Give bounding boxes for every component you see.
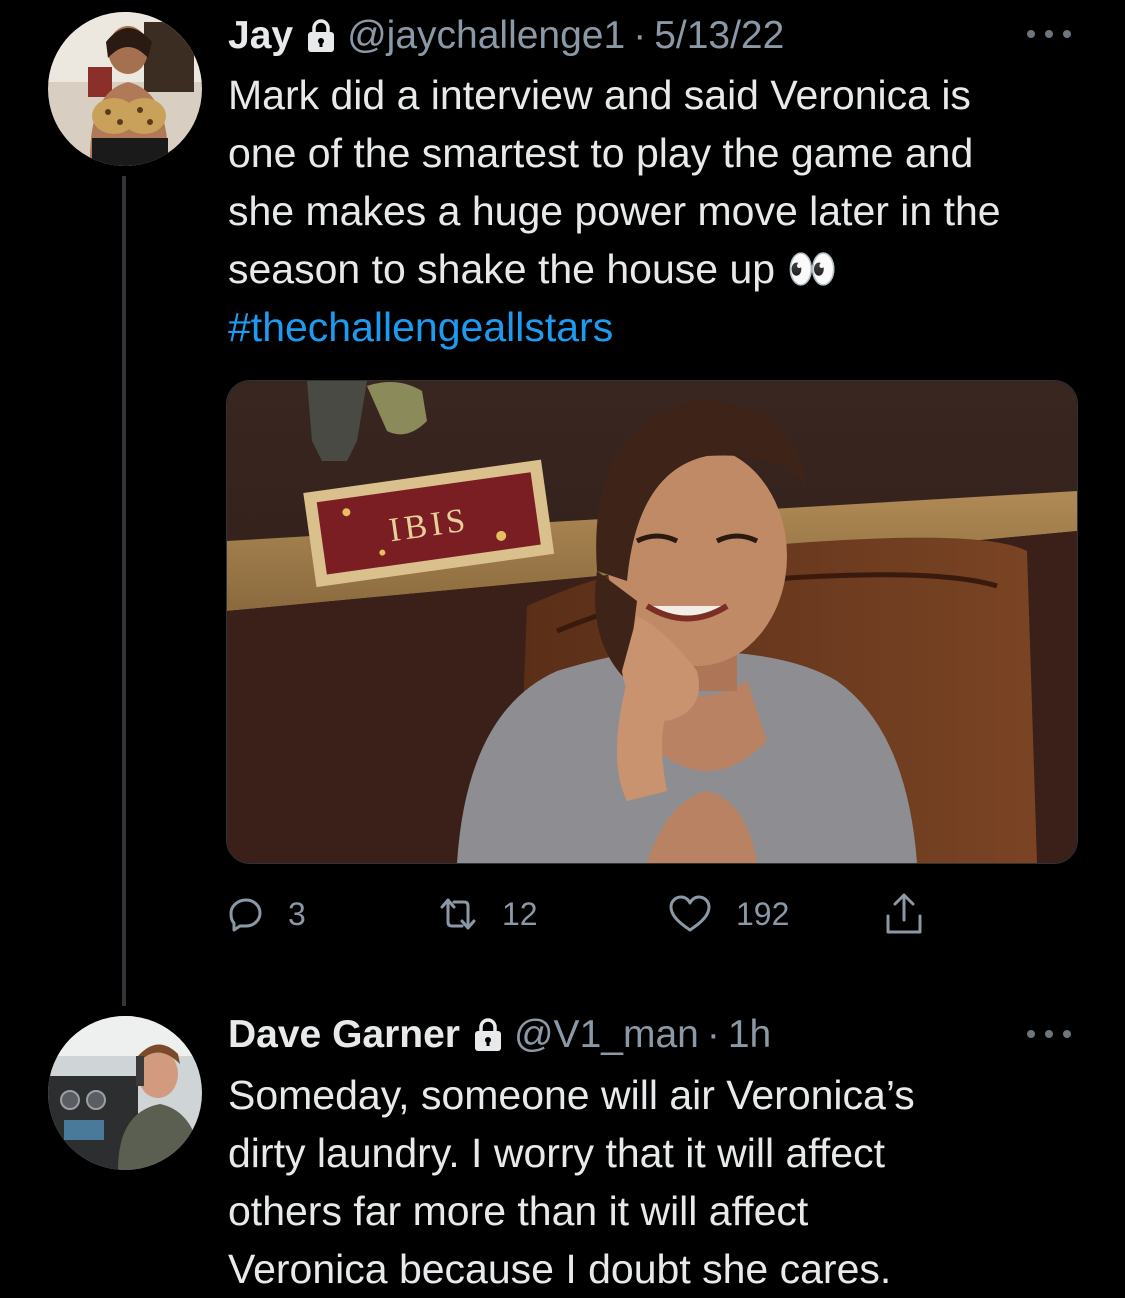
tweet-body: Mark did a interview and said Veronica i… [228, 72, 1001, 292]
separator-dot: · [633, 14, 647, 57]
more-dot [1045, 30, 1053, 38]
more-icon[interactable] [1027, 1024, 1071, 1044]
reply-button[interactable]: 3 [228, 888, 306, 940]
separator-dot: · [706, 1013, 720, 1056]
lock-icon [305, 18, 337, 54]
hashtag-link[interactable]: #thechallengeallstars [228, 304, 613, 350]
like-count: 192 [736, 895, 790, 932]
more-dot [1045, 1030, 1053, 1038]
thread-line [122, 176, 126, 1006]
username[interactable]: @V1_man [514, 1013, 699, 1057]
tweet-media[interactable]: IBIS [226, 380, 1078, 864]
share-icon [886, 893, 922, 934]
media-image: IBIS [227, 381, 1077, 863]
reply-count: 3 [288, 895, 306, 932]
avatar-jay[interactable] [48, 12, 202, 166]
more-icon[interactable] [1027, 24, 1071, 44]
share-button[interactable] [884, 888, 948, 940]
tweet-text: Mark did a interview and said Veronica i… [228, 66, 1088, 356]
tweet-header: Dave Garner @V1_man · 1h [228, 1013, 771, 1057]
retweet-button[interactable]: 12 [438, 888, 538, 940]
like-button[interactable]: 192 [668, 888, 789, 940]
retweet-icon [440, 898, 476, 930]
heart-icon [669, 895, 711, 932]
display-name[interactable]: Dave Garner [228, 1013, 460, 1057]
lock-icon [472, 1017, 504, 1053]
more-dot [1063, 30, 1071, 38]
retweet-count: 12 [502, 895, 538, 932]
tweet-jay[interactable]: Jay @jaychallenge1 · 5/13/22 Mark did a … [0, 0, 1125, 1006]
more-dot [1063, 1030, 1071, 1038]
avatar-dave-garner-image [48, 1016, 202, 1170]
display-name[interactable]: Jay [228, 14, 293, 58]
tweet-text: Someday, someone will air Veronica’s dir… [228, 1072, 915, 1292]
tweet-dave-garner[interactable]: Dave Garner @V1_man · 1h Someday, someon… [0, 1000, 1125, 1292]
more-dot [1027, 1030, 1035, 1038]
avatar-dave-garner[interactable] [48, 1016, 202, 1170]
more-dot [1027, 30, 1035, 38]
username[interactable]: @jaychallenge1 [347, 14, 625, 58]
reply-icon [229, 898, 262, 932]
avatar-jay-image [48, 12, 202, 166]
tweet-header: Jay @jaychallenge1 · 5/13/22 [228, 14, 784, 58]
timestamp[interactable]: 1h [728, 1013, 771, 1057]
timestamp[interactable]: 5/13/22 [654, 14, 784, 58]
